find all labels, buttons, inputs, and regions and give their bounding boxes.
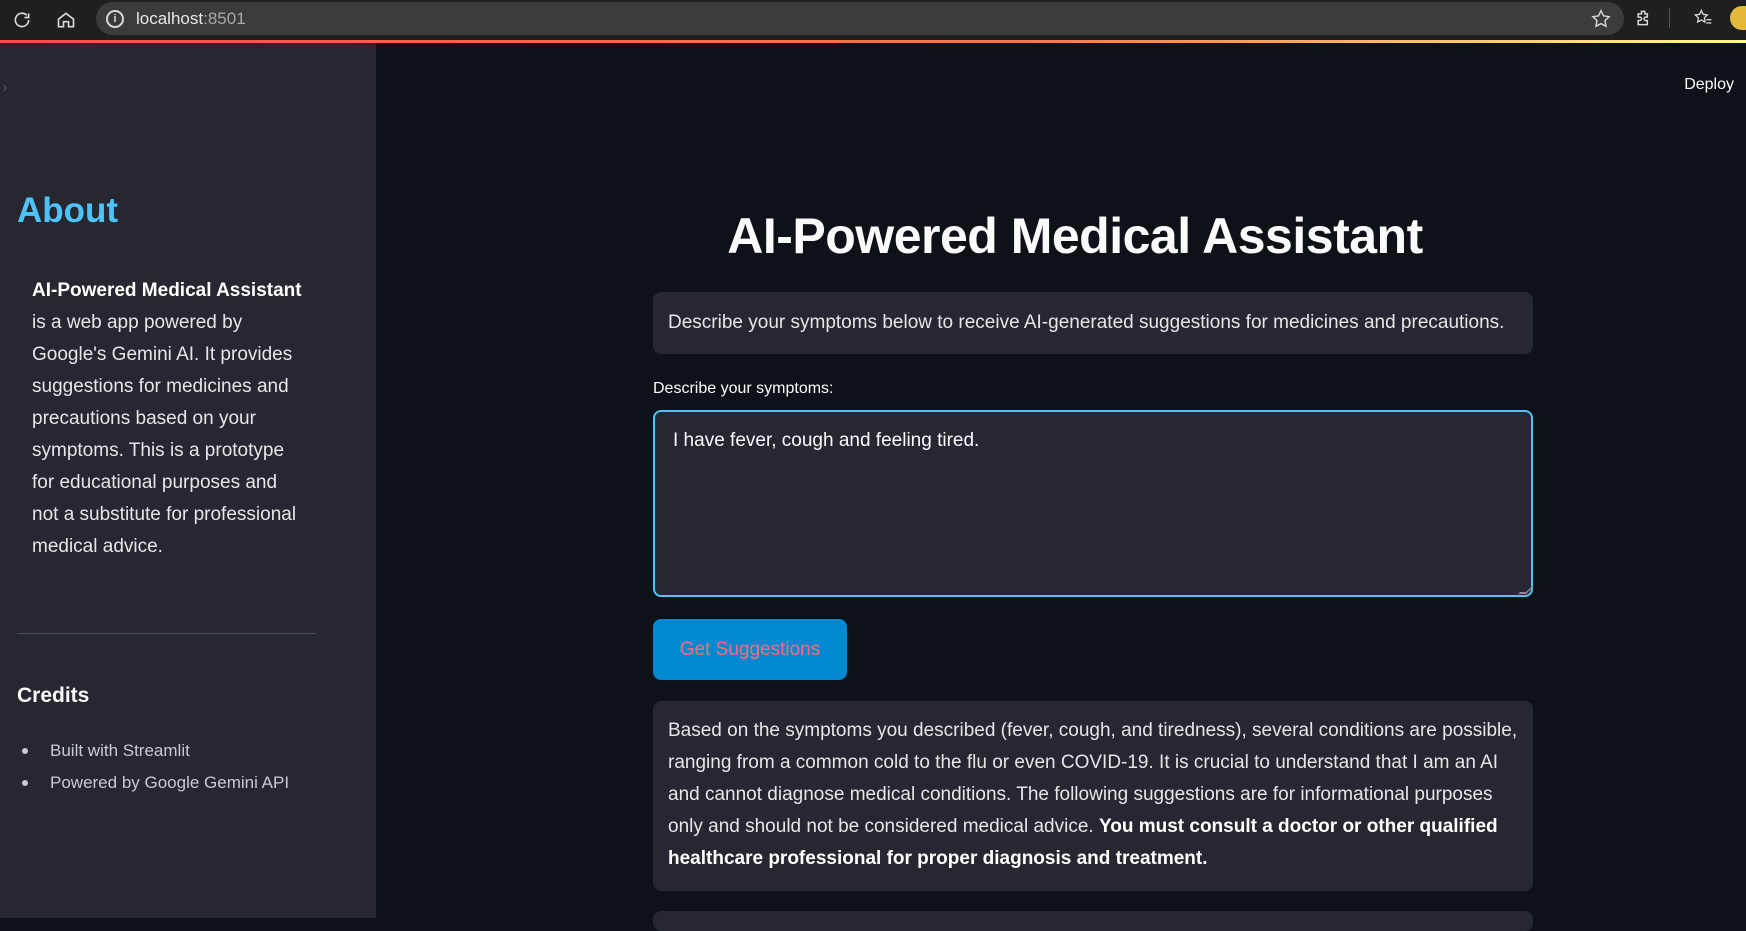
bookmark-star-icon[interactable]	[1590, 8, 1612, 30]
sidebar: › About AI-Powered Medical Assistant is …	[0, 43, 376, 918]
about-text: is a web app powered by Google's Gemini …	[32, 312, 297, 557]
deploy-button[interactable]: Deploy	[1684, 76, 1734, 94]
symptoms-label: Describe your symptoms:	[653, 380, 834, 397]
extensions-icon[interactable]	[1629, 3, 1659, 33]
address-bar[interactable]: i localhost:8501	[96, 2, 1624, 35]
chevron-right-icon[interactable]: ›	[2, 79, 7, 97]
home-icon[interactable]	[50, 4, 82, 36]
about-title: About	[17, 191, 119, 230]
info-alert: Describe your symptoms below to receive …	[653, 292, 1533, 354]
sidebar-divider	[17, 633, 316, 634]
browser-toolbar: i localhost:8501	[0, 0, 1746, 40]
about-app-name: AI-Powered Medical Assistant	[32, 280, 302, 301]
get-suggestions-button[interactable]: Get Suggestions	[653, 619, 847, 680]
bullet-icon	[22, 748, 28, 754]
credits-title: Credits	[17, 684, 90, 707]
symptoms-textarea[interactable]: I have fever, cough and feeling tired.	[653, 410, 1533, 597]
next-result-box	[653, 911, 1533, 931]
list-item: Built with Streamlit	[20, 735, 289, 767]
list-item: Powered by Google Gemini API	[20, 767, 289, 799]
reload-icon[interactable]	[6, 4, 38, 36]
toolbar-separator	[1669, 8, 1670, 28]
profile-avatar[interactable]	[1730, 6, 1746, 30]
favorites-icon[interactable]	[1688, 3, 1718, 33]
about-description: AI-Powered Medical Assistant is a web ap…	[20, 265, 320, 573]
url-text: localhost:8501	[136, 8, 246, 28]
info-text: Describe your symptoms below to receive …	[668, 312, 1505, 333]
site-info-icon[interactable]: i	[106, 9, 124, 28]
bullet-icon	[22, 780, 28, 786]
page-title: AI-Powered Medical Assistant	[727, 208, 1423, 264]
credits-list: Built with Streamlit Powered by Google G…	[20, 735, 289, 799]
suggestions-result: Based on the symptoms you described (fev…	[653, 701, 1533, 891]
